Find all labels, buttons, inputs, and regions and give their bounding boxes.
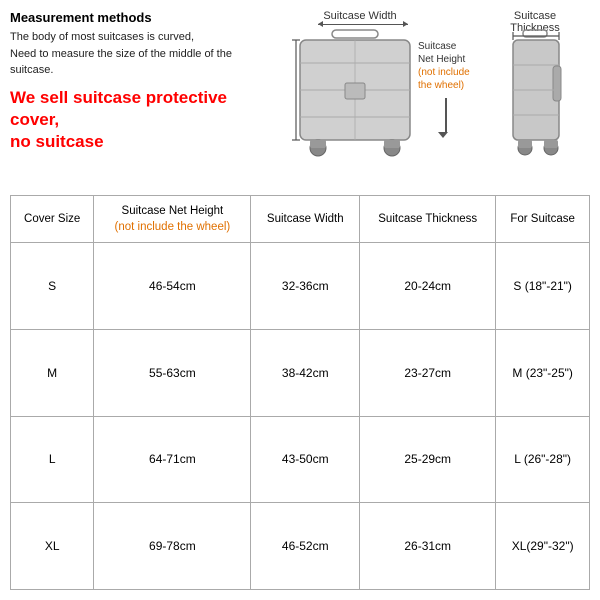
diagram-inner: Suitcase Width Suitcase Thickness Suitca… <box>280 10 580 180</box>
cell-width: 43-50cm <box>251 416 360 503</box>
table-row: M55-63cm38-42cm23-27cmM (23"-25") <box>11 329 590 416</box>
cell-for: M (23"-25") <box>496 329 590 416</box>
side-suitcase-diagram <box>505 28 575 176</box>
cell-size: S <box>11 243 94 330</box>
desc-line2: Need to measure the size of the middle o… <box>10 48 232 77</box>
diagram-area: Suitcase Width Suitcase Thickness Suitca… <box>270 10 590 180</box>
cell-for: L (26"-28") <box>496 416 590 503</box>
height-line1: Suitcase <box>418 41 456 52</box>
sell-text: We sell suitcase protective cover, no su… <box>10 87 260 153</box>
measurement-title: Measurement methods <box>10 10 260 25</box>
height-line3: (not include <box>418 67 470 78</box>
height-line4: the wheel) <box>418 80 464 91</box>
cell-for: XL(29"-32") <box>496 503 590 590</box>
size-table: Cover Size Suitcase Net Height (not incl… <box>10 195 590 590</box>
table-row: XL69-78cm46-52cm26-31cmXL(29"-32") <box>11 503 590 590</box>
net-height-h1: Suitcase Net Height <box>122 205 224 217</box>
cell-height: 46-54cm <box>94 243 251 330</box>
cell-for: S (18"-21") <box>496 243 590 330</box>
col-header-cover-size: Cover Size <box>11 196 94 243</box>
left-text-area: Measurement methods The body of most sui… <box>10 10 270 180</box>
cell-thickness: 23-27cm <box>360 329 496 416</box>
cell-size: XL <box>11 503 94 590</box>
col-header-thickness: Suitcase Thickness <box>360 196 496 243</box>
page-container: Measurement methods The body of most sui… <box>0 0 600 600</box>
col-header-for-suitcase: For Suitcase <box>496 196 590 243</box>
arrow-down <box>438 132 448 138</box>
main-suitcase-diagram <box>290 28 420 176</box>
cell-width: 32-36cm <box>251 243 360 330</box>
sell-line1: We sell suitcase protective cover, <box>10 88 227 129</box>
top-section: Measurement methods The body of most sui… <box>10 10 590 180</box>
sell-line2: no suitcase <box>10 132 104 151</box>
height-arrow-line <box>445 98 447 133</box>
measurement-desc: The body of most suitcases is curved, Ne… <box>10 29 260 79</box>
cell-height: 55-63cm <box>94 329 251 416</box>
suitcase-width-label: Suitcase Width <box>310 10 410 22</box>
net-height-h2: (not include the wheel) <box>115 221 231 233</box>
table-row: L64-71cm43-50cm25-29cmL (26"-28") <box>11 416 590 503</box>
cell-size: L <box>11 416 94 503</box>
cell-thickness: 25-29cm <box>360 416 496 503</box>
arrow-right <box>403 21 408 27</box>
cell-height: 64-71cm <box>94 416 251 503</box>
arrow-left <box>318 21 323 27</box>
height-line2: Net Height <box>418 54 465 65</box>
table-row: S46-54cm32-36cm20-24cmS (18"-21") <box>11 243 590 330</box>
cell-height: 69-78cm <box>94 503 251 590</box>
cell-width: 46-52cm <box>251 503 360 590</box>
col-header-width: Suitcase Width <box>251 196 360 243</box>
width-arrow <box>318 24 408 25</box>
net-height-label: Suitcase Net Height (not include the whe… <box>418 40 483 92</box>
desc-line1: The body of most suitcases is curved, <box>10 31 194 43</box>
col-header-net-height: Suitcase Net Height (not include the whe… <box>94 196 251 243</box>
cell-thickness: 26-31cm <box>360 503 496 590</box>
cell-width: 38-42cm <box>251 329 360 416</box>
cell-size: M <box>11 329 94 416</box>
cell-thickness: 20-24cm <box>360 243 496 330</box>
